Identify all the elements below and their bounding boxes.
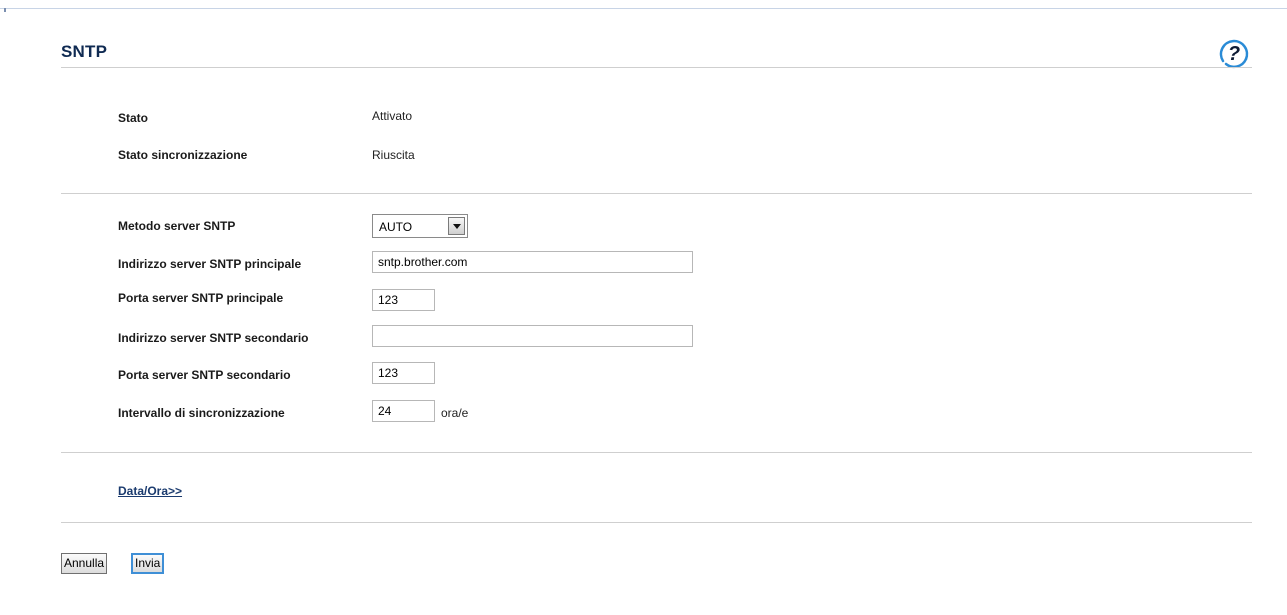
secondary-server-port-input[interactable] — [372, 362, 435, 384]
secondary-server-address-input[interactable] — [372, 325, 693, 347]
sync-interval-input[interactable] — [372, 400, 435, 422]
title-divider — [61, 67, 1252, 68]
top-corner-mark — [4, 8, 6, 12]
sync-interval-label: Intervallo di sincronizzazione — [118, 406, 285, 420]
settings-divider — [61, 452, 1252, 453]
primary-server-address-label: Indirizzo server SNTP principale — [118, 257, 302, 271]
sync-interval-unit: ora/e — [441, 406, 469, 420]
actions-divider — [61, 522, 1252, 523]
primary-server-address-input[interactable] — [372, 251, 693, 273]
status-value: Attivato — [372, 109, 413, 123]
status-divider — [61, 193, 1252, 194]
cancel-button[interactable]: Annulla — [61, 553, 108, 574]
svg-text:?: ? — [1228, 43, 1240, 65]
page-title: SNTP — [61, 42, 108, 61]
server-method-select[interactable]: AUTO — [372, 214, 468, 238]
secondary-server-port-label: Porta server SNTP secondario — [118, 368, 291, 382]
sync-status-value: Riuscita — [372, 148, 415, 162]
server-method-value: AUTO — [379, 220, 413, 234]
server-method-label: Metodo server SNTP — [118, 219, 236, 233]
primary-server-port-label: Porta server SNTP principale — [118, 291, 284, 305]
top-divider — [0, 8, 1287, 9]
date-time-link[interactable]: Data/Ora>> — [118, 484, 182, 498]
secondary-server-address-label: Indirizzo server SNTP secondario — [118, 331, 309, 345]
status-label: Stato — [118, 111, 148, 125]
sntp-settings-page: SNTP ? Stato Attivato Stato sincronizzaz… — [0, 0, 1287, 615]
primary-server-port-input[interactable] — [372, 289, 435, 311]
sync-status-label: Stato sincronizzazione — [118, 148, 248, 162]
submit-button[interactable]: Invia — [131, 553, 165, 574]
help-question-icon[interactable]: ? — [1217, 37, 1251, 69]
chevron-down-icon[interactable] — [448, 217, 465, 235]
